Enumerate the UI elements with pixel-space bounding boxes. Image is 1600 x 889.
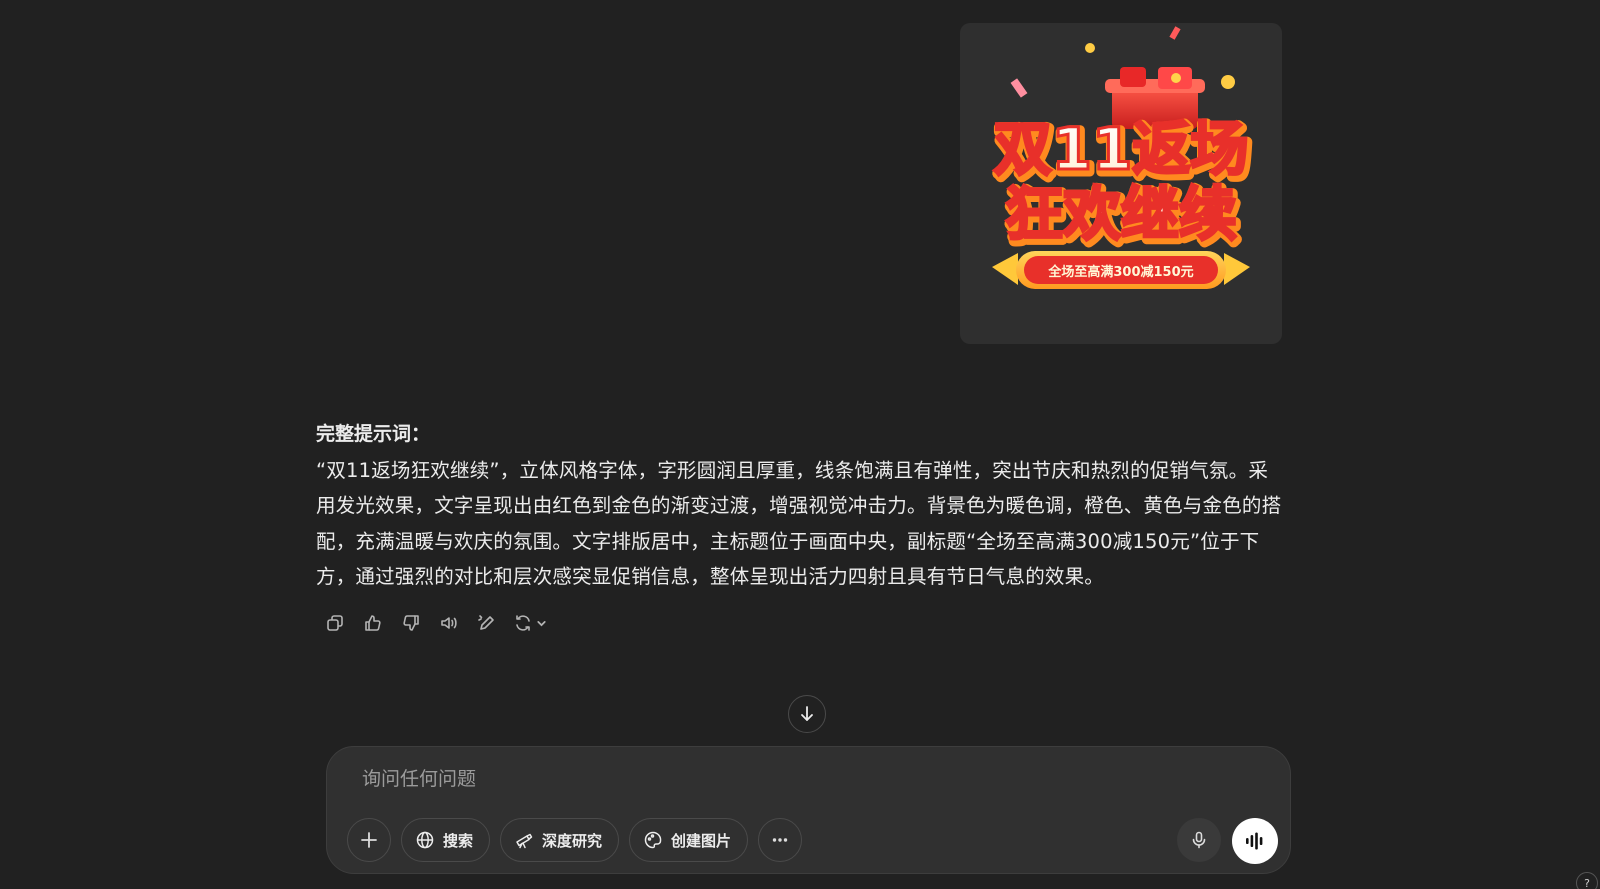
- search-label: 搜索: [443, 831, 474, 850]
- message-body: “双11返场狂欢继续”，立体风格字体，字形圆润且厚重，线条饱满且有弹性，突出节庆…: [316, 459, 1282, 588]
- composer: 搜索 深度研究 创建图片: [326, 746, 1291, 874]
- globe-icon: [416, 831, 434, 849]
- copy-button[interactable]: [316, 607, 354, 639]
- banner-title-line2: 狂欢继续: [1005, 180, 1237, 248]
- deep-research-button[interactable]: 深度研究: [500, 818, 620, 862]
- read-aloud-icon: [441, 617, 457, 629]
- palette-icon: [644, 831, 662, 849]
- confetti: [1085, 43, 1095, 53]
- regenerate-icon: [515, 615, 530, 631]
- copy-icon: [327, 615, 343, 631]
- more-horizontal-icon: [772, 838, 788, 842]
- message-actions: [316, 607, 554, 639]
- voice-mode-button[interactable]: [1232, 818, 1278, 864]
- deep-research-label: 深度研究: [542, 831, 603, 850]
- help-label: ?: [1584, 876, 1590, 889]
- thumbs-down-button[interactable]: [392, 607, 430, 639]
- thumbs-down-icon: [403, 615, 419, 631]
- prompt-input[interactable]: [360, 761, 1064, 797]
- regenerate-button[interactable]: [506, 607, 554, 639]
- create-image-label: 创建图片: [671, 831, 732, 850]
- voice-waveform-icon: [1246, 832, 1263, 850]
- banner-title-line1: 双11返场: [994, 115, 1249, 183]
- help-button[interactable]: ?: [1576, 872, 1598, 889]
- composer-tools: 搜索 深度研究 创建图片: [347, 818, 803, 862]
- confetti: [1010, 78, 1028, 98]
- banner-subtitle: 全场至高满300减150元: [1047, 264, 1193, 280]
- arrow-down-icon: [801, 706, 813, 721]
- dictate-button[interactable]: [1177, 818, 1221, 862]
- thumbs-up-button[interactable]: [354, 607, 392, 639]
- assistant-message: 完整提示词： “双11返场狂欢继续”，立体风格字体，字形圆润且厚重，线条饱满且有…: [316, 419, 1286, 594]
- telescope-icon: [516, 833, 533, 849]
- edit-button[interactable]: [468, 607, 506, 639]
- promo-banner-image: 双11返场 双11返场 狂欢继续 狂欢继续 全场至高满300减150元: [991, 26, 1255, 289]
- add-attachment-button[interactable]: [347, 818, 391, 862]
- chevron-down-icon: [536, 620, 546, 626]
- generated-image[interactable]: 双11返场 双11返场 狂欢继续 狂欢继续 全场至高满300减150元: [960, 23, 1282, 344]
- read-aloud-button[interactable]: [430, 607, 468, 639]
- plus-icon: [361, 832, 377, 848]
- search-button[interactable]: 搜索: [401, 818, 491, 862]
- more-tools-button[interactable]: [758, 818, 803, 862]
- scroll-to-bottom-button[interactable]: [788, 695, 826, 733]
- thumbs-up-icon: [365, 615, 381, 631]
- confetti: [1221, 75, 1235, 89]
- edit-icon: [478, 615, 494, 630]
- subtitle-ribbon: 全场至高满300减150元: [992, 251, 1250, 289]
- confetti: [1169, 26, 1181, 40]
- message-heading: 完整提示词：: [316, 423, 431, 445]
- microphone-icon: [1192, 831, 1206, 849]
- chat-page: 双11返场 双11返场 狂欢继续 狂欢继续 全场至高满300减150元 完整提示…: [0, 0, 1600, 889]
- create-image-button[interactable]: 创建图片: [629, 818, 749, 862]
